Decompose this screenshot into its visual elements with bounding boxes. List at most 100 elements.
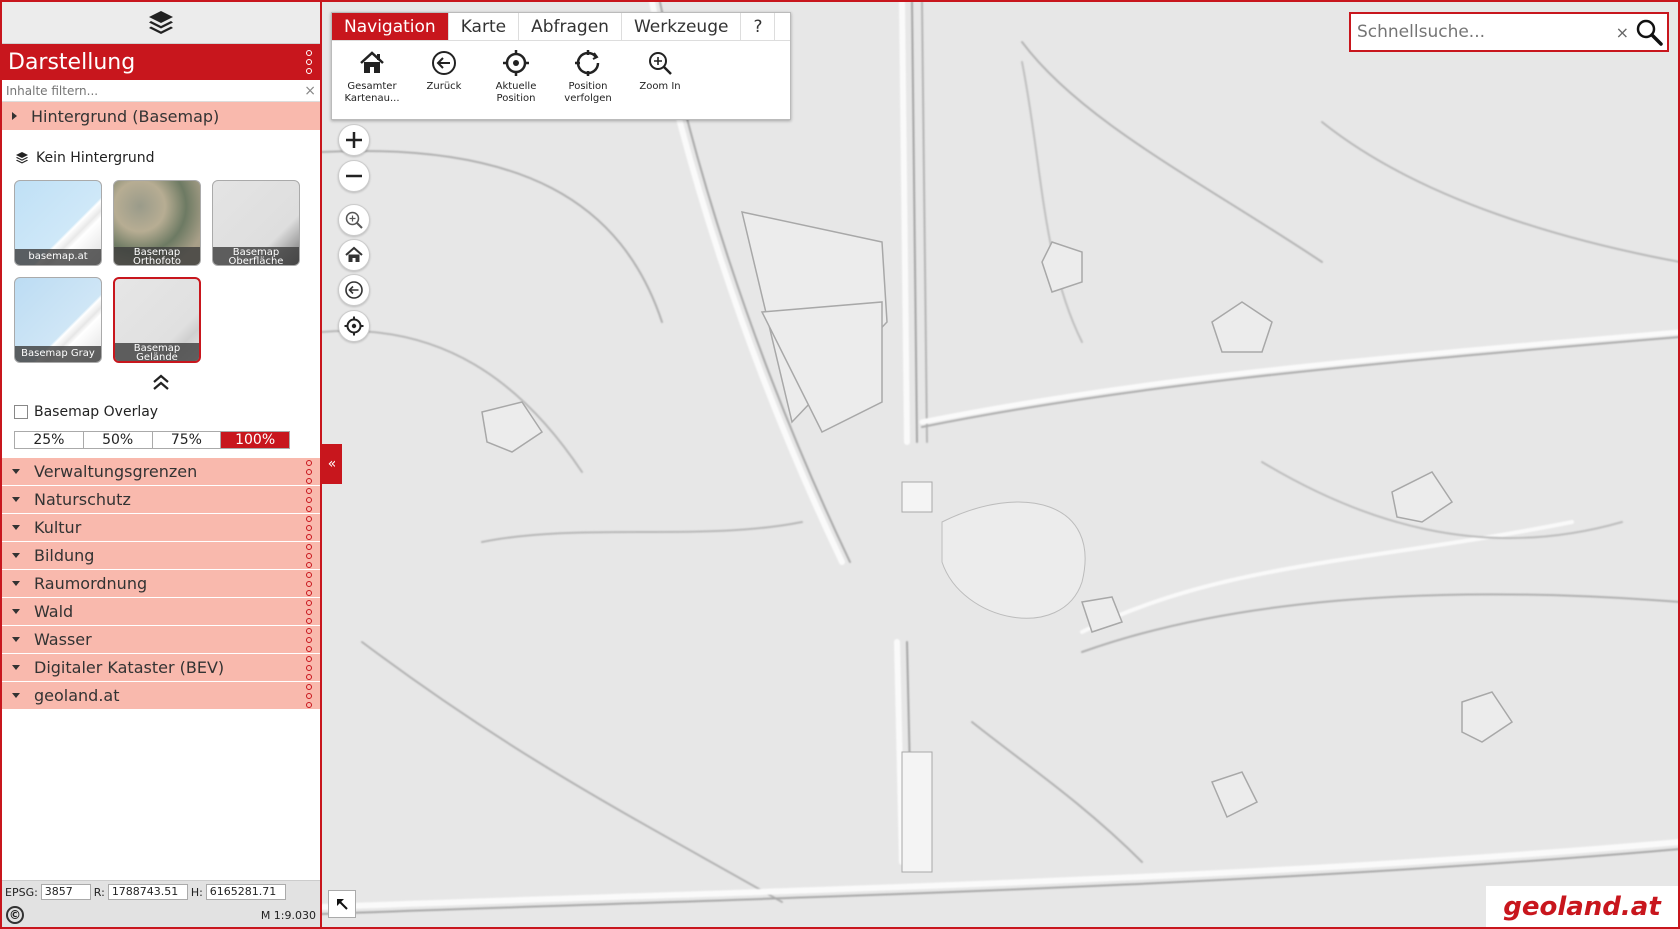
group-label: Bildung: [34, 546, 95, 565]
group-basemap[interactable]: Hintergrund (Basemap): [2, 102, 320, 130]
tile-basemap-orthofoto[interactable]: Basemap Orthofoto: [113, 180, 201, 266]
status-footer: EPSG: 3857 R: 1788743.51 H: 6165281.71 ©…: [2, 880, 320, 927]
group-label: Raumordnung: [34, 574, 148, 593]
overlay-label: Basemap Overlay: [34, 404, 159, 420]
tab-werkzeuge[interactable]: Werkzeuge: [622, 13, 742, 40]
opacity-25[interactable]: 25%: [15, 432, 84, 448]
tool-label: Gesamter Kartenau...: [344, 81, 400, 104]
geoland-logo[interactable]: geoland.at: [1486, 886, 1678, 927]
filter-clear-icon[interactable]: ×: [304, 83, 316, 99]
group-wald[interactable]: Wald: [2, 598, 320, 626]
overlay-checkbox[interactable]: [14, 405, 28, 419]
tile-label: Basemap Gray: [15, 346, 101, 362]
caret-down-icon: [12, 553, 20, 558]
group-label: geoland.at: [34, 686, 120, 705]
opacity-75[interactable]: 75%: [153, 432, 222, 448]
group-kultur[interactable]: Kultur: [2, 514, 320, 542]
caret-down-icon: [12, 693, 20, 698]
back-icon: [345, 281, 363, 299]
tile-basemap-gelaende[interactable]: Basemap Gelände: [113, 277, 201, 363]
group-verwaltungsgrenzen[interactable]: Verwaltungsgrenzen: [2, 458, 320, 486]
group-geoland[interactable]: geoland.at: [2, 682, 320, 710]
epsg-label: EPSG:: [5, 885, 38, 899]
map-home-button[interactable]: [338, 239, 370, 271]
group-wasser[interactable]: Wasser: [2, 626, 320, 654]
zoom-in-tool-button[interactable]: Zoom In: [624, 49, 696, 105]
plus-icon: [346, 132, 362, 148]
collapse-tiles-button[interactable]: [14, 373, 308, 397]
group-label: Digitaler Kataster (BEV): [34, 658, 225, 677]
h-value: 6165281.71: [205, 884, 286, 900]
group-bildung[interactable]: Bildung: [2, 542, 320, 570]
coordinate-readout: EPSG: 3857 R: 1788743.51 H: 6165281.71: [2, 881, 320, 903]
opacity-50[interactable]: 50%: [84, 432, 153, 448]
panel-title: Darstellung: [8, 49, 136, 75]
ribbon-tabs: Navigation Karte Abfragen Werkzeuge ?: [332, 13, 790, 41]
zoom-out-button[interactable]: [338, 160, 370, 192]
tile-label: Basemap Orthofoto: [114, 247, 200, 265]
basemap-tiles: basemap.at Basemap Orthofoto Basemap Obe…: [14, 180, 314, 363]
basemap-area: Kein Hintergrund basemap.at Basemap Orth…: [2, 130, 320, 449]
tool-label: Aktuelle Position: [495, 81, 537, 104]
layers-toggle[interactable]: [2, 2, 320, 44]
minus-icon: [346, 174, 362, 178]
copyright-icon[interactable]: ©: [6, 906, 24, 924]
opacity-100[interactable]: 100%: [221, 432, 289, 448]
group-menu-icon[interactable]: [306, 543, 312, 568]
search-icon[interactable]: [1635, 18, 1663, 46]
scale-row: © M 1:9.030: [2, 903, 320, 927]
group-menu-icon[interactable]: [306, 599, 312, 624]
no-background-option[interactable]: Kein Hintergrund: [14, 144, 308, 172]
r-label: R:: [93, 885, 105, 899]
panel-menu-icon[interactable]: [306, 50, 312, 74]
tab-navigation[interactable]: Navigation: [332, 13, 449, 40]
tile-basemap-gray[interactable]: Basemap Gray: [14, 277, 102, 363]
caret-down-icon: [12, 581, 20, 586]
layer-groups: Verwaltungsgrenzen Naturschutz Kultur Bi…: [2, 458, 320, 710]
caret-down-icon: [12, 637, 20, 642]
tile-basemap-at[interactable]: basemap.at: [14, 180, 102, 266]
filter-input[interactable]: [6, 83, 305, 98]
group-menu-icon[interactable]: [306, 515, 312, 540]
caret-down-icon: [12, 609, 20, 614]
zoom-in-button[interactable]: [338, 124, 370, 156]
group-menu-icon[interactable]: [306, 683, 312, 708]
crosshair-icon: [503, 50, 529, 76]
group-naturschutz[interactable]: Naturschutz: [2, 486, 320, 514]
ribbon-tools: Gesamter Kartenau... Zurück Aktuelle Pos…: [332, 41, 790, 105]
map-locate-button[interactable]: [338, 310, 370, 342]
full-extent-button[interactable]: Gesamter Kartenau...: [336, 49, 408, 105]
map-back-button[interactable]: [338, 274, 370, 306]
group-menu-icon[interactable]: [306, 487, 312, 512]
no-background-label: Kein Hintergrund: [36, 150, 155, 166]
crosshair-icon: [344, 316, 364, 336]
map-view[interactable]: [322, 0, 1680, 929]
home-icon: [360, 51, 384, 73]
tab-help[interactable]: ?: [741, 13, 776, 40]
tile-label: Basemap Gelände: [115, 343, 199, 361]
back-button[interactable]: Zurück: [408, 49, 480, 105]
group-menu-icon[interactable]: [306, 571, 312, 596]
caret-down-icon: [12, 469, 20, 474]
tile-basemap-oberflaeche[interactable]: Basemap Oberfläche: [212, 180, 300, 266]
expand-button[interactable]: [328, 890, 356, 918]
track-position-button[interactable]: Position verfolgen: [552, 49, 624, 105]
collapse-sidebar-button[interactable]: «: [322, 444, 342, 484]
current-position-button[interactable]: Aktuelle Position: [480, 49, 552, 105]
group-menu-icon[interactable]: [306, 655, 312, 680]
track-position-icon: [575, 50, 600, 76]
search-input[interactable]: [1357, 22, 1616, 42]
tab-abfragen[interactable]: Abfragen: [519, 13, 622, 40]
epsg-value[interactable]: 3857: [40, 884, 91, 900]
toolbar-ribbon: Navigation Karte Abfragen Werkzeuge ? Ge…: [331, 12, 791, 120]
group-digitaler-kataster[interactable]: Digitaler Kataster (BEV): [2, 654, 320, 682]
group-raumordnung[interactable]: Raumordnung: [2, 570, 320, 598]
search-clear-icon[interactable]: ×: [1616, 23, 1629, 42]
group-menu-icon[interactable]: [306, 459, 312, 484]
tab-karte[interactable]: Karte: [449, 13, 520, 40]
caret-down-icon: [12, 497, 20, 502]
overlay-row[interactable]: Basemap Overlay: [14, 401, 308, 423]
double-chevron-up-icon: [153, 374, 169, 390]
zoom-box-button[interactable]: [338, 204, 370, 236]
group-menu-icon[interactable]: [306, 627, 312, 652]
